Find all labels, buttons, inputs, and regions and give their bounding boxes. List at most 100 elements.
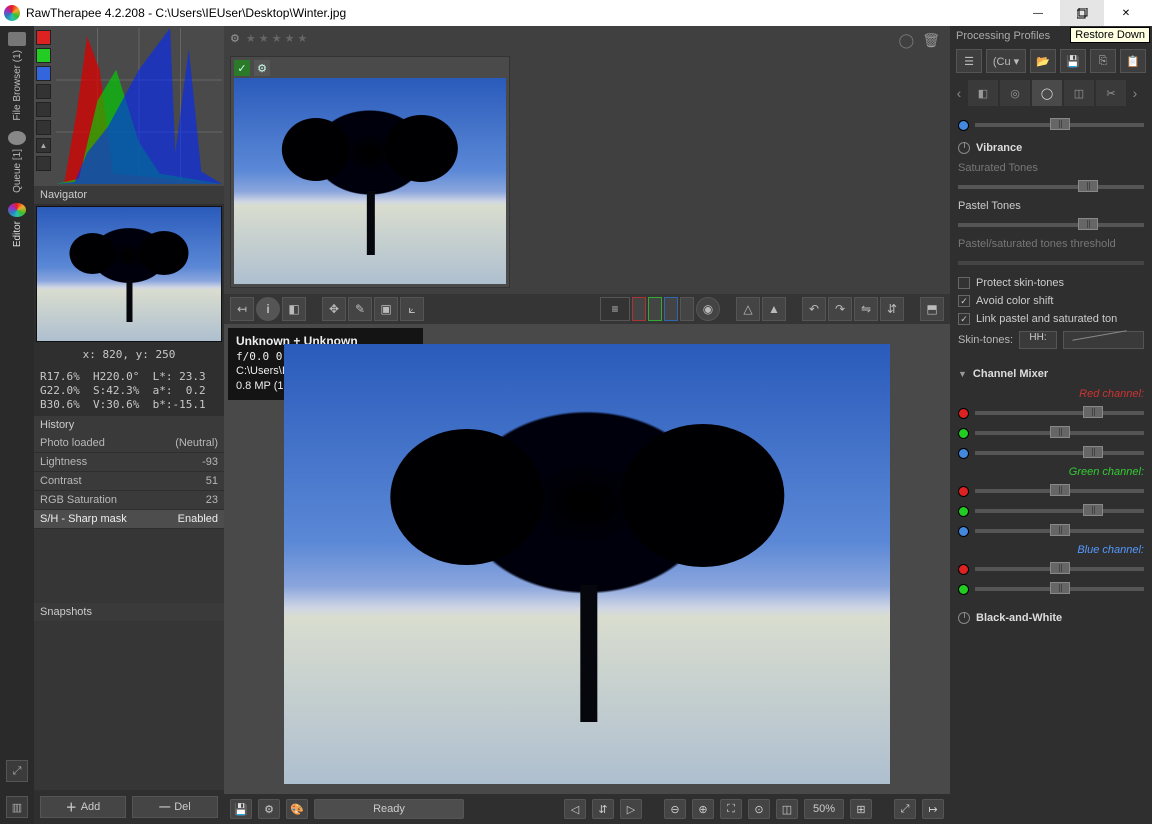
zoom-100-button[interactable]: ⊙ — [748, 799, 770, 819]
histogram-luma-toggle[interactable] — [36, 84, 51, 99]
snapshots-list[interactable] — [34, 621, 224, 790]
right-scroll[interactable]: Vibrance Saturated Tones Pastel Tones Pa… — [950, 110, 1152, 824]
nav-next-button[interactable]: ▷ — [620, 799, 642, 819]
fullscreen-toggle-button[interactable]: ⤢ — [6, 760, 28, 782]
toggle-right-panel-button[interactable]: ↦ — [922, 799, 944, 819]
histogram-chroma-toggle[interactable] — [36, 102, 51, 117]
filmstrip-thumb[interactable]: ✓ ⚙ — [230, 56, 510, 288]
toggle-fullscreen-button[interactable]: ⤢ — [894, 799, 916, 819]
preview-focus-button[interactable]: ◉ — [696, 297, 720, 321]
before-after-button[interactable]: ◧ — [282, 297, 306, 321]
zoom-out-button[interactable]: ⊖ — [664, 799, 686, 819]
window-minimize-button[interactable]: — — [1016, 0, 1060, 26]
prior-slider-tail[interactable] — [958, 116, 1144, 134]
highlight-clip-button[interactable]: △ — [736, 297, 760, 321]
histogram-raw-toggle[interactable] — [36, 120, 51, 135]
power-icon[interactable] — [958, 612, 970, 624]
profile-copy-button[interactable]: ⎘ — [1090, 49, 1116, 73]
saturated-tones-label: Saturated Tones — [958, 160, 1144, 176]
monitor-profile-button[interactable]: ⬒ — [920, 297, 944, 321]
info-button[interactable]: i — [256, 297, 280, 321]
zoom-in-button[interactable]: ⊕ — [692, 799, 714, 819]
navigator-thumbnail[interactable] — [34, 204, 224, 344]
skin-tones-curve-button[interactable] — [1063, 331, 1144, 349]
shadow-clip-button[interactable]: ▲ — [762, 297, 786, 321]
picker-tool-button[interactable]: ✎ — [348, 297, 372, 321]
star-rating[interactable]: ★ ★ ★ ★ ★ — [246, 32, 308, 45]
tab-detail[interactable]: ◎ — [1000, 80, 1030, 106]
histogram-red-toggle[interactable] — [36, 30, 51, 45]
channel-mixer-header[interactable]: ▼ Channel Mixer — [958, 362, 1144, 386]
window-restore-button[interactable] — [1060, 0, 1104, 26]
straighten-tool-button[interactable]: ⟀ — [400, 297, 424, 321]
flip-v-button[interactable]: ⇵ — [880, 297, 904, 321]
green-b-slider[interactable] — [958, 522, 1144, 540]
threshold-slider[interactable] — [958, 254, 1144, 272]
image-canvas[interactable]: Unknown + Unknown f/0.0 0.0s ISO0 0.00mm… — [224, 324, 950, 794]
green-r-slider[interactable] — [958, 482, 1144, 500]
blue-r-slider[interactable] — [958, 560, 1144, 578]
vibrance-header[interactable]: Vibrance — [958, 136, 1144, 160]
save-button[interactable]: 💾 — [230, 799, 252, 819]
zoom-crop-button[interactable]: ◫ — [776, 799, 798, 819]
hand-tool-button[interactable]: ✥ — [322, 297, 346, 321]
gear-icon[interactable]: ⚙ — [230, 32, 240, 45]
histogram-blue-toggle[interactable] — [36, 66, 51, 81]
nav-prev-button[interactable]: ◁ — [564, 799, 586, 819]
tab-exposure[interactable]: ◧ — [968, 80, 998, 106]
rotate-right-button[interactable]: ↷ — [828, 297, 852, 321]
profile-save-button[interactable]: 💾 — [1060, 49, 1086, 73]
profile-select[interactable]: (Cu ▾ — [986, 49, 1026, 73]
toggle-left-panel-button[interactable]: ↤ — [230, 297, 254, 321]
snapshot-del-button[interactable]: —Del — [132, 796, 218, 818]
external-editor-button[interactable]: 🎨 — [286, 799, 308, 819]
preview-background-button[interactable]: ≡ — [600, 297, 630, 321]
protect-skin-tones-checkbox[interactable]: Protect skin-tones — [958, 274, 1144, 292]
preview-green-button[interactable] — [648, 297, 662, 321]
avoid-color-shift-checkbox[interactable]: ✓Avoid color shift — [958, 292, 1144, 310]
pastel-tones-slider[interactable] — [958, 216, 1144, 234]
green-g-slider[interactable] — [958, 502, 1144, 520]
tab-file-browser[interactable]: File Browser (1) — [3, 32, 31, 121]
red-g-slider[interactable] — [958, 424, 1144, 442]
trash-icon[interactable]: 🗑 — [922, 32, 940, 49]
zoom-fit-button[interactable]: ⛶ — [720, 799, 742, 819]
layout-toggle-button[interactable]: ▥ — [6, 796, 28, 818]
black-and-white-header[interactable]: Black-and-White — [958, 606, 1144, 630]
flip-h-button[interactable]: ⇋ — [854, 297, 878, 321]
skin-tones-hh-field[interactable]: HH: — [1019, 331, 1057, 349]
profile-mode-button[interactable]: ☰ — [956, 49, 982, 73]
nav-sync-button[interactable]: ⇵ — [592, 799, 614, 819]
tab-wavelet[interactable]: ◫ — [1064, 80, 1094, 106]
saturated-tones-slider[interactable] — [958, 178, 1144, 196]
tab-color[interactable]: ◯ — [1032, 80, 1062, 106]
link-tones-checkbox[interactable]: ✓Link pastel and saturated ton — [958, 310, 1144, 328]
histogram-green-toggle[interactable] — [36, 48, 51, 63]
tab-transform[interactable]: ✂ — [1096, 80, 1126, 106]
profile-load-button[interactable]: 📂 — [1030, 49, 1056, 73]
window-close-button[interactable]: ✕ — [1104, 0, 1148, 26]
rotate-left-button[interactable]: ↶ — [802, 297, 826, 321]
histogram-bar-toggle[interactable] — [36, 156, 51, 171]
unrated-icon[interactable]: ◯ — [899, 32, 915, 49]
history-list[interactable]: Photo loaded(Neutral) Lightness-93 Contr… — [34, 434, 224, 603]
history-row: Photo loaded(Neutral) — [34, 434, 224, 453]
preview-blue-button[interactable] — [664, 297, 678, 321]
preview-red-button[interactable] — [632, 297, 646, 321]
tabs-scroll-right[interactable]: › — [1128, 85, 1142, 101]
profile-paste-button[interactable]: 📋 — [1120, 49, 1146, 73]
histogram-mode-toggle[interactable]: ▲ — [36, 138, 51, 153]
tab-editor[interactable]: Editor — [3, 203, 31, 247]
crop-tool-button[interactable]: ▣ — [374, 297, 398, 321]
blue-g-slider[interactable] — [958, 580, 1144, 598]
red-b-slider[interactable] — [958, 444, 1144, 462]
preview-luma-button[interactable] — [680, 297, 694, 321]
snapshot-add-button[interactable]: ＋Add — [40, 796, 126, 818]
thumb-gear-icon[interactable]: ⚙ — [254, 60, 270, 76]
tab-queue[interactable]: Queue [1] — [3, 131, 31, 193]
tabs-scroll-left[interactable]: ‹ — [952, 85, 966, 101]
power-icon[interactable] — [958, 142, 970, 154]
red-r-slider[interactable] — [958, 404, 1144, 422]
queue-button[interactable]: ⚙ — [258, 799, 280, 819]
new-detail-button[interactable]: ⊞ — [850, 799, 872, 819]
